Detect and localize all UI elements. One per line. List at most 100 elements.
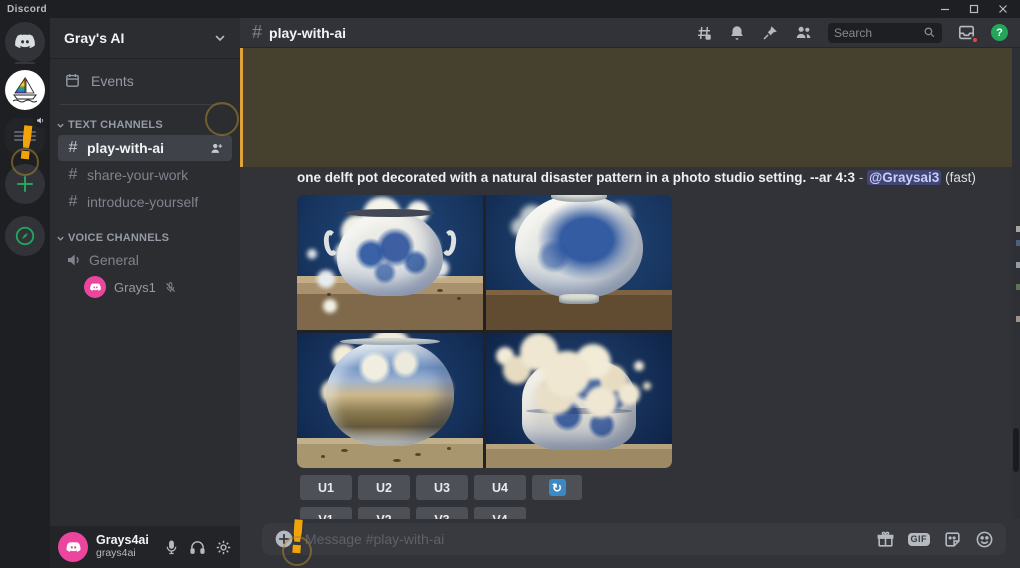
mic-muted-icon (164, 281, 177, 294)
user-tag: grays4ai (96, 548, 149, 560)
header-toolbar: ? (695, 23, 1008, 43)
notifications-bell-icon[interactable] (728, 24, 746, 42)
voice-user-label: Grays1 (114, 280, 156, 295)
emoji-smiley-icon[interactable] (975, 530, 994, 549)
user-panel-controls (163, 539, 232, 556)
u3-button[interactable]: U3 (416, 475, 468, 500)
channel-label: share-your-work (87, 167, 188, 183)
events-label: Events (91, 73, 134, 89)
channel-label: introduce-yourself (87, 194, 198, 210)
discord-home-button[interactable] (5, 22, 45, 62)
click-indicator-ring (282, 536, 312, 566)
server-name: Gray's AI (64, 30, 124, 46)
pot-foot (559, 294, 599, 304)
mention-highlighted-message (240, 48, 1012, 167)
delft-pot (515, 195, 643, 298)
channel-header: # play-with-ai ? (240, 18, 1020, 48)
user-mention[interactable]: @Graysai3 (867, 170, 941, 185)
server-header[interactable]: Gray's AI (50, 18, 240, 59)
message-input-bar[interactable]: GIF (262, 523, 1006, 555)
separator: - (859, 170, 864, 185)
sidebar-voice-channel-general[interactable]: General (58, 248, 232, 272)
channel-title: play-with-ai (269, 25, 346, 41)
voice-user-grays1[interactable]: Grays1 (76, 273, 232, 301)
user-panel: Grays4ai grays4ai (50, 526, 240, 568)
generated-image-bottom-right[interactable] (486, 333, 672, 468)
member-list-icon[interactable] (794, 23, 813, 42)
explore-servers-button[interactable] (5, 216, 45, 256)
chevron-down-small-icon (56, 234, 65, 243)
minimize-icon[interactable] (940, 4, 950, 14)
username: Grays4ai (96, 534, 149, 548)
delft-pot (522, 360, 636, 450)
chevron-down-small-icon (56, 121, 65, 130)
hash-icon: # (66, 166, 80, 184)
window-titlebar: Discord (0, 0, 1020, 18)
u2-button[interactable]: U2 (358, 475, 410, 500)
avatar (84, 276, 106, 298)
search-input[interactable] (834, 26, 923, 40)
sailboat-icon (10, 75, 40, 105)
chat-scrollbar[interactable] (1012, 48, 1020, 520)
server-rail (0, 18, 50, 568)
invite-person-add-icon[interactable] (209, 141, 224, 156)
inbox-button[interactable] (957, 23, 976, 42)
voice-channels-header[interactable]: VOICE CHANNELS (50, 216, 240, 247)
refresh-icon: ↻ (549, 479, 566, 496)
reroll-button[interactable]: ↻ (532, 475, 582, 500)
message-input[interactable] (305, 531, 865, 547)
speaker-icon (66, 252, 82, 268)
generated-image-bottom-left[interactable] (297, 333, 483, 468)
headphones-icon[interactable] (189, 539, 206, 556)
click-indicator-ring (11, 148, 39, 176)
hash-icon: # (252, 22, 262, 43)
midjourney-server-button[interactable] (5, 70, 45, 110)
compass-icon (14, 225, 36, 247)
sidebar-channel-play-with-ai[interactable]: # play-with-ai (58, 135, 232, 161)
click-indicator-ring (205, 102, 239, 136)
delft-pot (337, 212, 443, 296)
chevron-down-icon (214, 32, 226, 44)
prompt-message-text: one delft pot decorated with a natural d… (297, 170, 976, 185)
app-title: Discord (0, 4, 47, 15)
mic-icon[interactable] (163, 539, 180, 556)
sidebar-channel-introduce-yourself[interactable]: # introduce-yourself (58, 189, 232, 215)
calendar-icon (64, 72, 81, 89)
search-icon (923, 26, 936, 39)
generated-image-top-right[interactable] (486, 195, 672, 330)
channel-label: play-with-ai (87, 140, 164, 156)
generated-image-top-left[interactable] (297, 195, 483, 330)
sidebar-channel-share-your-work[interactable]: # share-your-work (58, 162, 232, 188)
voice-channel-label: General (89, 252, 139, 268)
sidebar-item-events[interactable]: Events (50, 63, 240, 98)
unread-dot (971, 36, 979, 44)
sticker-icon[interactable] (943, 530, 962, 549)
foam-explosion (558, 351, 576, 369)
threads-icon[interactable] (695, 24, 713, 42)
question-icon: ? (996, 27, 1003, 39)
scrollbar-thumb[interactable] (1013, 428, 1019, 472)
discord-logo-icon (13, 30, 37, 54)
generation-mode-label: (fast) (945, 170, 976, 185)
settings-gear-icon[interactable] (215, 539, 232, 556)
search-box[interactable] (828, 23, 942, 43)
rail-divider (15, 62, 35, 64)
user-identity[interactable]: Grays4ai grays4ai (96, 534, 149, 559)
u4-button[interactable]: U4 (474, 475, 526, 500)
gift-icon[interactable] (876, 530, 895, 549)
close-icon[interactable] (998, 4, 1008, 14)
hash-icon: # (66, 193, 80, 211)
pinned-messages-icon[interactable] (761, 24, 779, 42)
u1-button[interactable]: U1 (300, 475, 352, 500)
plus-icon (15, 174, 35, 194)
gif-picker-icon[interactable]: GIF (908, 533, 931, 546)
avatar[interactable] (58, 532, 88, 562)
help-button[interactable]: ? (991, 24, 1008, 41)
chat-area: # play-with-ai ? Vary (Strong) Va (240, 18, 1020, 568)
channel-sidebar: Gray's AI Events TEXT CHANNELS # play-wi… (50, 18, 240, 568)
hash-icon: # (66, 139, 80, 157)
maximize-icon[interactable] (969, 4, 979, 14)
generated-image-grid[interactable] (297, 195, 672, 468)
window-controls (940, 4, 1020, 14)
prompt-text: one delft pot decorated with a natural d… (297, 170, 855, 185)
